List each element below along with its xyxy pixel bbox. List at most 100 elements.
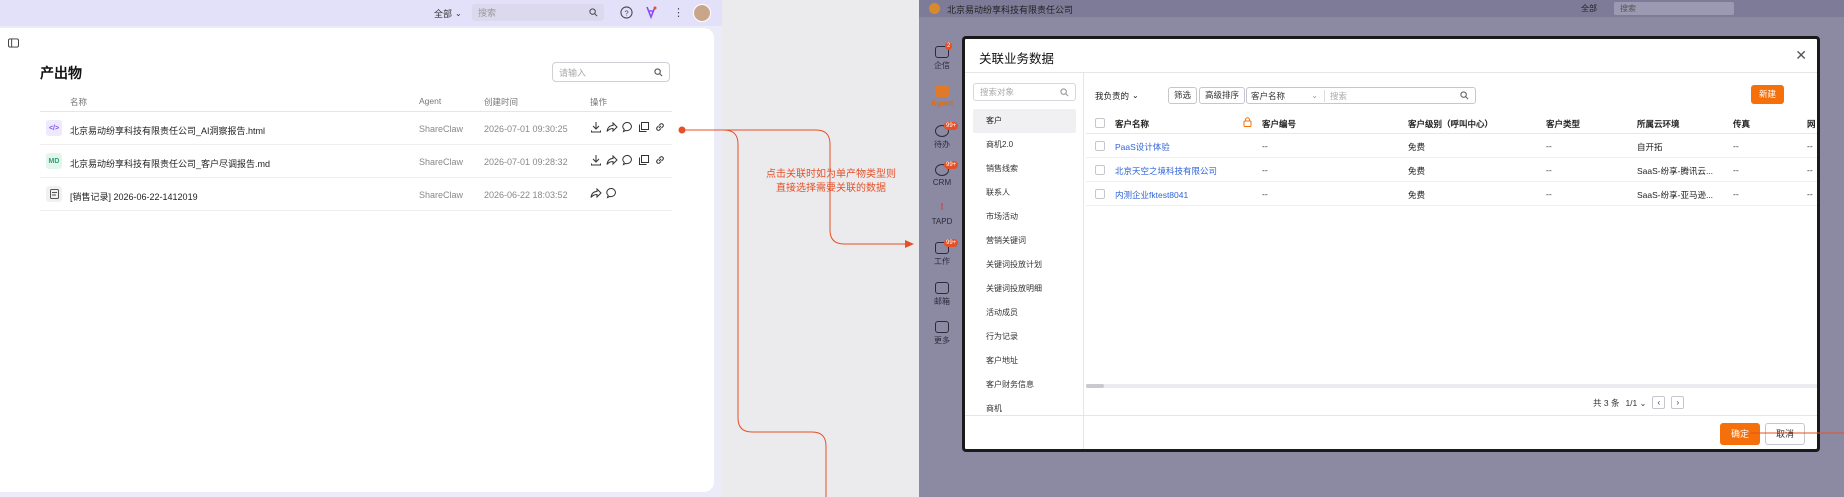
company-logo <box>929 3 940 14</box>
artifact-time: 2026-07-01 09:30:25 <box>484 124 568 134</box>
column-header-actions: 操作 <box>590 97 608 107</box>
confirm-button[interactable]: 确定 <box>1720 423 1760 445</box>
nav-label: 企信 <box>934 61 950 70</box>
copy-icon[interactable] <box>638 121 650 133</box>
object-list: 客户 商机2.0 销售线索 联系人 市场活动 营销关键词 关键词投放计划 关键词… <box>973 109 1076 421</box>
object-search-input[interactable]: 搜索对象 <box>973 83 1076 101</box>
advanced-sort-button[interactable]: 高级排序 <box>1199 87 1246 104</box>
nav-item-agent[interactable]: Agent <box>919 85 965 108</box>
artifact-name[interactable]: 北京易动纷享科技有限责任公司_客户尽调报告.md <box>70 157 270 170</box>
artifact-search-input[interactable]: 请输入 <box>552 62 670 82</box>
select-all-checkbox[interactable] <box>1095 118 1105 128</box>
cell: -- <box>1546 189 1552 199</box>
field-select[interactable]: 客户名称 ⌄ <box>1247 89 1325 102</box>
cell: -- <box>1733 141 1739 151</box>
owner-filter-dropdown[interactable]: 我负责的 ⌄ <box>1095 87 1139 104</box>
object-item[interactable]: 市场活动 <box>973 205 1076 229</box>
customer-name-link[interactable]: 北京天空之境科技有限公司 <box>1115 165 1217 177</box>
share-icon[interactable] <box>590 187 602 199</box>
row-checkbox[interactable] <box>1095 165 1105 175</box>
page-select[interactable]: 1/1 ⌄ <box>1625 398 1646 408</box>
ai-assistant-icon[interactable] <box>644 5 658 19</box>
avatar[interactable] <box>693 4 711 22</box>
table-row[interactable]: </> 北京易动纷享科技有限责任公司_AI洞察报告.html ShareClaw… <box>40 112 672 145</box>
cell: -- <box>1807 189 1813 199</box>
close-icon[interactable]: ✕ <box>1795 47 1807 64</box>
object-item[interactable]: 客户地址 <box>973 349 1076 373</box>
object-item[interactable]: 关键词投放明细 <box>973 277 1076 301</box>
table-row[interactable]: MD 北京易动纷享科技有限责任公司_客户尽调报告.md ShareClaw 20… <box>40 145 672 178</box>
object-item[interactable]: 行为记录 <box>973 325 1076 349</box>
table-row[interactable]: [销售记录] 2026-06-22-1412019 ShareClaw 2026… <box>40 178 672 211</box>
next-page-button[interactable]: › <box>1671 396 1685 409</box>
nav-item-work[interactable]: 工作 <box>919 242 965 267</box>
download-icon[interactable] <box>590 121 602 133</box>
prev-page-button[interactable]: ‹ <box>1652 396 1666 409</box>
more-vertical-icon[interactable]: ⋮ <box>673 6 684 19</box>
nav-item-messaging[interactable]: 企信 <box>919 46 965 71</box>
data-search-input[interactable]: 搜索 <box>1325 90 1475 102</box>
share-icon[interactable] <box>606 121 618 133</box>
artifact-time: 2026-07-01 09:28:32 <box>484 157 568 167</box>
horizontal-scrollbar[interactable] <box>1086 384 1817 388</box>
nav-item-tapd[interactable]: ʈ TAPD <box>919 203 965 226</box>
column-header-agent: Agent <box>419 96 442 106</box>
scope-dropdown[interactable]: 全部 ⌄ <box>434 5 462 21</box>
advanced-sort-wrap: 高级排序 <box>1199 87 1246 104</box>
scope-dropdown[interactable]: 全部 <box>1581 3 1597 14</box>
object-item-customer[interactable]: 客户 <box>973 109 1076 133</box>
cell: -- <box>1546 141 1552 151</box>
cell: 免费 <box>1408 142 1426 152</box>
row-checkbox[interactable] <box>1095 141 1105 151</box>
copy-icon[interactable] <box>638 154 650 166</box>
help-icon[interactable]: ? <box>620 6 633 19</box>
object-item[interactable]: 销售线索 <box>973 157 1076 181</box>
comment-icon[interactable] <box>606 187 618 199</box>
scrollbar-thumb[interactable] <box>1086 384 1104 388</box>
nav-item-mail[interactable]: 邮箱 <box>919 282 965 307</box>
customer-name-link[interactable]: 内测企业fktest8041 <box>1115 189 1188 201</box>
new-button[interactable]: 新建 <box>1751 85 1784 104</box>
table-row[interactable]: PaaS设计体验 -- 免费 -- 自开拓 -- -- <box>1086 134 1817 158</box>
grid-icon <box>935 321 949 333</box>
global-search-input[interactable]: 搜索 <box>1614 2 1734 15</box>
comment-icon[interactable] <box>622 154 634 166</box>
object-item[interactable]: 商机 <box>973 397 1076 421</box>
annotation-note: 点击关联时如为单产物类型则 直接选择需要关联的数据 <box>756 168 906 196</box>
count-badge: 99+ <box>944 161 959 169</box>
object-item[interactable]: 客户财务信息 <box>973 373 1076 397</box>
cell: -- <box>1807 165 1813 175</box>
link-icon[interactable] <box>654 154 666 166</box>
nav-item-crm[interactable]: CRM <box>919 164 965 187</box>
share-icon[interactable] <box>606 154 618 166</box>
svg-text:?: ? <box>624 8 628 17</box>
nav-label: TAPD <box>931 217 953 226</box>
cancel-button[interactable]: 取消 <box>1765 423 1805 445</box>
global-search-input[interactable]: 搜索 <box>472 4 604 21</box>
table-row[interactable]: 内测企业fktest8041 -- 免费 -- SaaS-纷享-亚马逊... -… <box>1086 182 1817 206</box>
link-business-data-dialog: 关联业务数据 ✕ 搜索对象 客户 商机2.0 销售线索 联系人 市场活动 营销关… <box>962 36 1820 452</box>
object-item[interactable]: 营销关键词 <box>973 229 1076 253</box>
artifact-agent: ShareClaw <box>419 157 464 167</box>
column-header-created: 创建时间 <box>484 97 519 107</box>
object-item[interactable]: 关键词投放计划 <box>973 253 1076 277</box>
sidebar-toggle-icon[interactable] <box>8 38 19 51</box>
field-select-label: 客户名称 <box>1251 90 1286 101</box>
artifact-name[interactable]: 北京易动纷享科技有限责任公司_AI洞察报告.html <box>70 124 265 137</box>
object-item[interactable]: 商机2.0 <box>973 133 1076 157</box>
comment-icon[interactable] <box>622 121 634 133</box>
nav-item-todo[interactable]: 待办 <box>919 125 965 150</box>
nav-label: 邮箱 <box>934 297 950 306</box>
table-row[interactable]: 北京天空之境科技有限公司 -- 免费 -- SaaS-纷享-腾讯云... -- … <box>1086 158 1817 182</box>
row-checkbox[interactable] <box>1095 189 1105 199</box>
company-name: 北京易动纷享科技有限责任公司 <box>947 5 1074 15</box>
object-item[interactable]: 联系人 <box>973 181 1076 205</box>
download-icon[interactable] <box>590 154 602 166</box>
link-icon[interactable] <box>654 121 666 133</box>
artifact-name[interactable]: [销售记录] 2026-06-22-1412019 <box>70 190 198 203</box>
object-item[interactable]: 活动成员 <box>973 301 1076 325</box>
nav-item-more[interactable]: 更多 <box>919 321 965 346</box>
filter-button[interactable]: 筛选 <box>1168 87 1198 104</box>
row-actions <box>590 187 618 199</box>
customer-name-link[interactable]: PaaS设计体验 <box>1115 141 1170 153</box>
